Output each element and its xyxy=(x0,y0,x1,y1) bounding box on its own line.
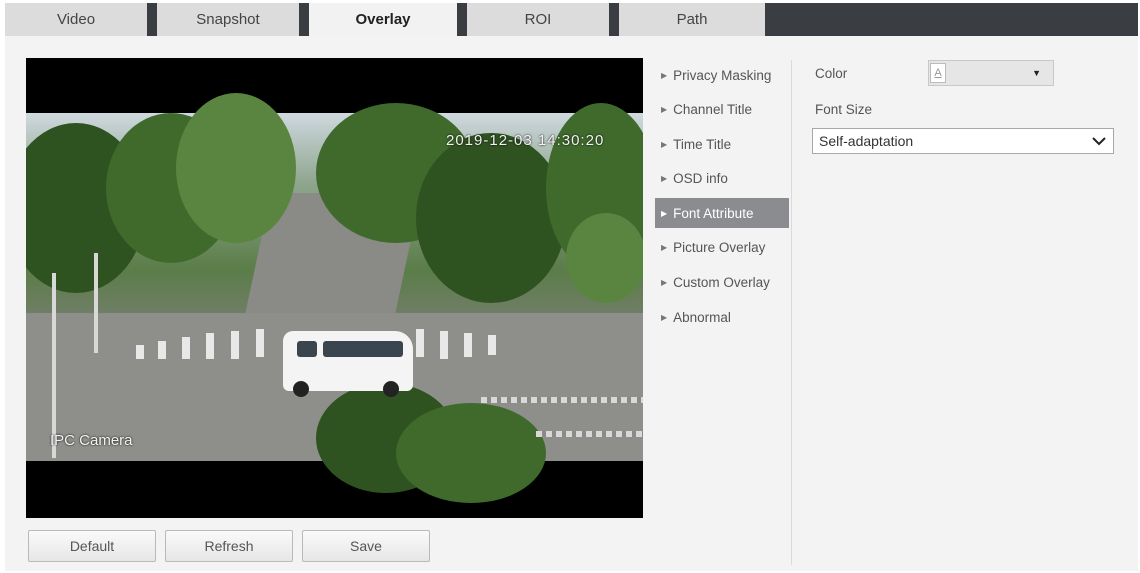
triangle-right-icon: ▶ xyxy=(661,139,668,149)
menu-item-abnormal[interactable]: ▶ Abnormal xyxy=(655,302,789,332)
tab-roi[interactable]: ROI xyxy=(467,3,609,36)
triangle-right-icon: ▶ xyxy=(661,70,668,80)
osd-timestamp: 2019-12-03 14:30:20 xyxy=(446,132,605,149)
camera-scene xyxy=(26,93,643,503)
color-picker[interactable]: A ▼ xyxy=(928,60,1054,86)
color-swatch: A xyxy=(930,63,946,83)
menu-item-label: Picture Overlay xyxy=(673,240,766,256)
overlay-menu: ▶ Privacy Masking ▶ Channel Title ▶ Time… xyxy=(655,60,789,337)
tab-snapshot[interactable]: Snapshot xyxy=(157,3,299,36)
triangle-right-icon: ▶ xyxy=(661,243,668,253)
chevron-down-icon xyxy=(1092,137,1106,146)
color-label: Color xyxy=(815,66,848,81)
video-preview: 2019-12-03 14:30:20 IPC Camera xyxy=(26,58,643,518)
panel-divider xyxy=(791,60,792,565)
menu-item-label: Privacy Masking xyxy=(673,67,772,83)
triangle-right-icon: ▶ xyxy=(661,105,668,115)
menu-item-channel-title[interactable]: ▶ Channel Title xyxy=(655,95,789,125)
menu-item-picture-overlay[interactable]: ▶ Picture Overlay xyxy=(655,233,789,263)
menu-item-time-title[interactable]: ▶ Time Title xyxy=(655,129,789,159)
triangle-right-icon: ▶ xyxy=(661,174,668,184)
font-size-value: Self-adaptation xyxy=(819,133,914,149)
tab-overlay[interactable]: Overlay xyxy=(309,3,457,36)
menu-item-custom-overlay[interactable]: ▶ Custom Overlay xyxy=(655,268,789,298)
refresh-button[interactable]: Refresh xyxy=(165,530,293,562)
save-button[interactable]: Save xyxy=(302,530,430,562)
triangle-right-icon: ▶ xyxy=(661,208,668,218)
font-size-label: Font Size xyxy=(815,102,873,117)
menu-item-osd-info[interactable]: ▶ OSD info xyxy=(655,164,789,194)
menu-item-label: Custom Overlay xyxy=(673,275,770,291)
tab-path[interactable]: Path xyxy=(619,3,765,36)
default-button[interactable]: Default xyxy=(28,530,156,562)
font-size-select[interactable]: Self-adaptation xyxy=(812,128,1114,154)
tab-bar: Video Snapshot Overlay ROI Path xyxy=(5,3,1138,36)
menu-item-privacy-masking[interactable]: ▶ Privacy Masking xyxy=(655,60,789,90)
tab-video[interactable]: Video xyxy=(5,3,147,36)
menu-item-font-attribute[interactable]: ▶ Font Attribute xyxy=(655,198,789,229)
triangle-right-icon: ▶ xyxy=(661,278,668,288)
caret-down-icon: ▼ xyxy=(1032,68,1041,78)
menu-item-label: Time Title xyxy=(673,136,732,152)
triangle-right-icon: ▶ xyxy=(661,312,668,322)
van xyxy=(283,331,413,397)
menu-item-label: Font Attribute xyxy=(673,205,754,221)
menu-item-label: OSD info xyxy=(673,171,728,187)
menu-item-label: Abnormal xyxy=(673,309,731,325)
menu-item-label: Channel Title xyxy=(673,102,752,118)
osd-channel-title: IPC Camera xyxy=(50,432,133,449)
